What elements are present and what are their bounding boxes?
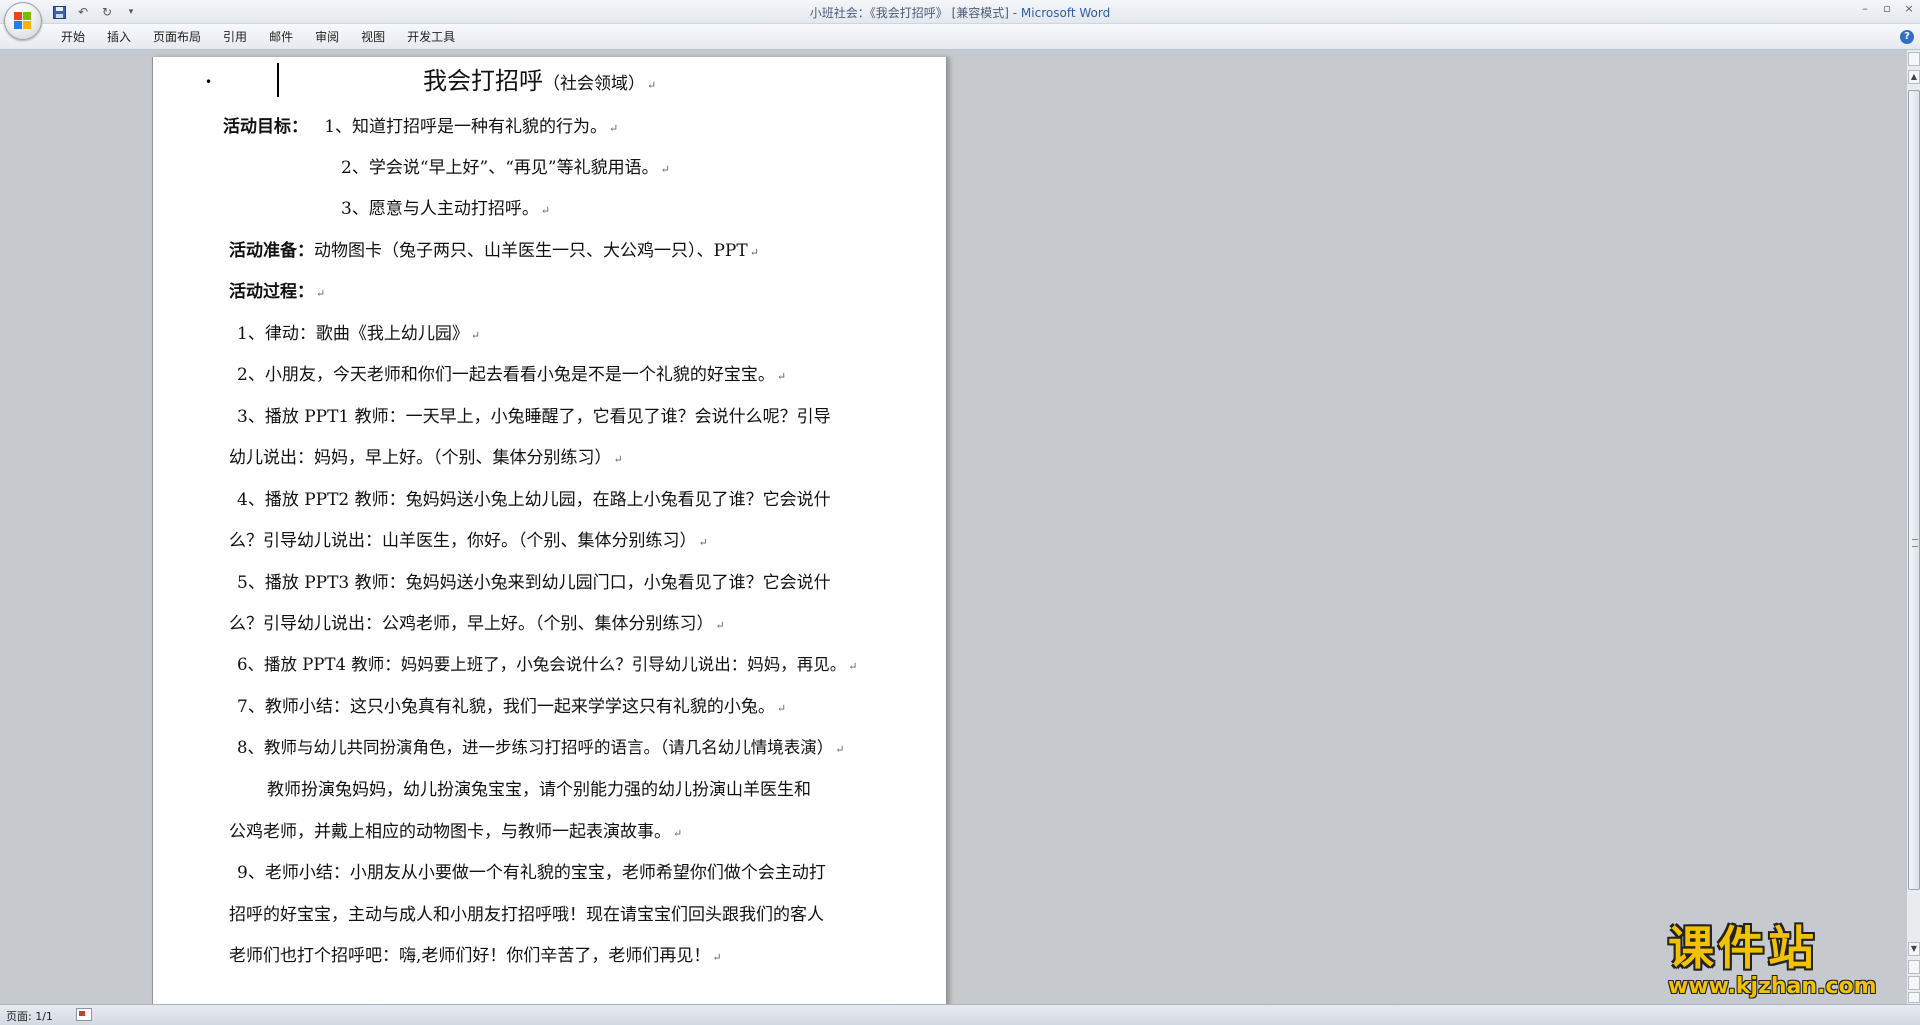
- process-line: 8、教师与幼儿共同扮演角色，进一步练习打招呼的语言。（请几名幼儿情境表演） ↵: [237, 738, 845, 757]
- maximize-button[interactable]: ▫: [1880, 2, 1894, 15]
- process-line: 教师扮演兔妈妈，幼儿扮演兔宝宝，请个别能力强的幼儿扮演山羊医生和: [267, 780, 811, 800]
- process-line: 招呼的好宝宝，主动与成人和小朋友打招呼哦！现在请宝宝们回头跟我们的客人: [229, 905, 824, 925]
- tab-references[interactable]: 引用: [212, 24, 258, 50]
- tab-mailings[interactable]: 邮件: [258, 24, 304, 50]
- tab-page-layout[interactable]: 页面布局: [142, 24, 212, 50]
- process-line: 2、小朋友，今天老师和你们一起去看看小兔是不是一个礼貌的好宝宝。 ↵: [237, 365, 787, 385]
- minimize-button[interactable]: –: [1858, 2, 1872, 15]
- goals-line-2: 2、学会说“早上好”、“再见”等礼貌用语。 ↵: [341, 158, 670, 178]
- document-title: 我会打招呼（社会领域） ↵: [423, 67, 657, 95]
- process-line: 6、播放 PPT4 教师：妈妈要上班了，小兔会说什么？引导幼儿说出：妈妈，再见。…: [237, 655, 858, 674]
- document-page[interactable]: • 我会打招呼（社会领域） ↵ 活动目标： 1、知道打招呼是一种有礼貌的行为。 ↵ …: [152, 57, 947, 1004]
- process-line: 老师们也打个招呼吧：嗨,老师们好！你们辛苦了，老师们再见！ ↵: [229, 946, 722, 966]
- vertical-scrollbar[interactable]: ▲ ▼: [1906, 50, 1920, 1004]
- document-workspace: • 我会打招呼（社会领域） ↵ 活动目标： 1、知道打招呼是一种有礼貌的行为。 ↵ …: [0, 50, 1906, 1004]
- goals-line-1: 活动目标： 1、知道打招呼是一种有礼貌的行为。 ↵: [223, 117, 619, 137]
- process-line: 5、播放 PPT3 教师：兔妈妈送小兔来到幼儿园门口，小兔看见了谁？它会说什: [237, 573, 831, 593]
- prep-line: 活动准备：动物图卡（兔子两只、山羊医生一只、大公鸡一只）、PPT ↵: [229, 241, 759, 261]
- help-icon[interactable]: ?: [1900, 30, 1914, 44]
- text-cursor: [277, 63, 279, 97]
- process-line: 么？引导幼儿说出：公鸡老师，早上好。（个别、集体分别练习） ↵: [229, 614, 725, 634]
- title-bar: ↶ ↻ ▾ 小班社会：《我会打招呼》 [兼容模式] - Microsoft Wo…: [0, 0, 1920, 24]
- tab-insert[interactable]: 插入: [96, 24, 142, 50]
- process-line: 3、播放 PPT1 教师：一天早上，小兔睡醒了，它看见了谁？会说什么呢？引导: [237, 407, 831, 427]
- office-logo-icon: [14, 12, 32, 30]
- ruler-toggle-button[interactable]: [1908, 52, 1920, 66]
- process-line: 幼儿说出：妈妈，早上好。（个别、集体分别练习） ↵: [229, 448, 623, 468]
- proofing-icon[interactable]: [76, 1008, 92, 1021]
- window-title: 小班社会：《我会打招呼》 [兼容模式] - Microsoft Word: [809, 6, 1111, 20]
- kjzhan-watermark: 课件站 www.kjzhan.com: [1668, 922, 1908, 1004]
- bullet-marker: •: [205, 75, 213, 89]
- scroll-up-button[interactable]: ▲: [1908, 70, 1920, 84]
- watermark-url: www.kjzhan.com: [1668, 974, 1877, 999]
- tab-view[interactable]: 视图: [350, 24, 396, 50]
- close-button[interactable]: ×: [1902, 2, 1916, 15]
- watermark-logo-text: 课件站: [1668, 921, 1818, 975]
- window-controls: – ▫ ×: [1858, 2, 1916, 15]
- scroll-thumb[interactable]: [1908, 90, 1920, 890]
- process-label: 活动过程： ↵: [229, 282, 326, 302]
- previous-page-button[interactable]: [1908, 960, 1920, 974]
- tab-developer[interactable]: 开发工具: [396, 24, 466, 50]
- next-page-button[interactable]: [1908, 992, 1920, 1003]
- process-line: 7、教师小结：这只小兔真有礼貌，我们一起来学学这只有礼貌的小兔。 ↵: [237, 697, 787, 717]
- tab-home[interactable]: 开始: [50, 24, 96, 50]
- status-bar: 页面: 1/1: [0, 1004, 1920, 1025]
- tab-review[interactable]: 审阅: [304, 24, 350, 50]
- process-line: 9、老师小结：小朋友从小要做一个有礼貌的宝宝，老师希望你们做个会主动打: [237, 863, 826, 883]
- process-line: 4、播放 PPT2 教师：兔妈妈送小兔上幼儿园，在路上小兔看见了谁？它会说什: [237, 490, 831, 510]
- process-line: 么？引导幼儿说出：山羊医生，你好。（个别、集体分别练习） ↵: [229, 531, 708, 551]
- page-count-indicator[interactable]: 页面: 1/1: [6, 1008, 53, 1024]
- scroll-grip-icon: [1912, 539, 1918, 547]
- process-line: 1、律动：歌曲《我上幼儿园》 ↵: [237, 324, 481, 344]
- process-line: 公鸡老师，并戴上相应的动物图卡，与教师一起表演故事。 ↵: [229, 822, 683, 842]
- ribbon-tab-row: 开始 插入 页面布局 引用 邮件 审阅 视图 开发工具 ?: [0, 24, 1920, 50]
- office-button[interactable]: [4, 2, 42, 40]
- scroll-down-button[interactable]: ▼: [1908, 942, 1920, 956]
- goals-line-3: 3、愿意与人主动打招呼。 ↵: [341, 199, 551, 219]
- browse-object-button[interactable]: [1908, 976, 1920, 990]
